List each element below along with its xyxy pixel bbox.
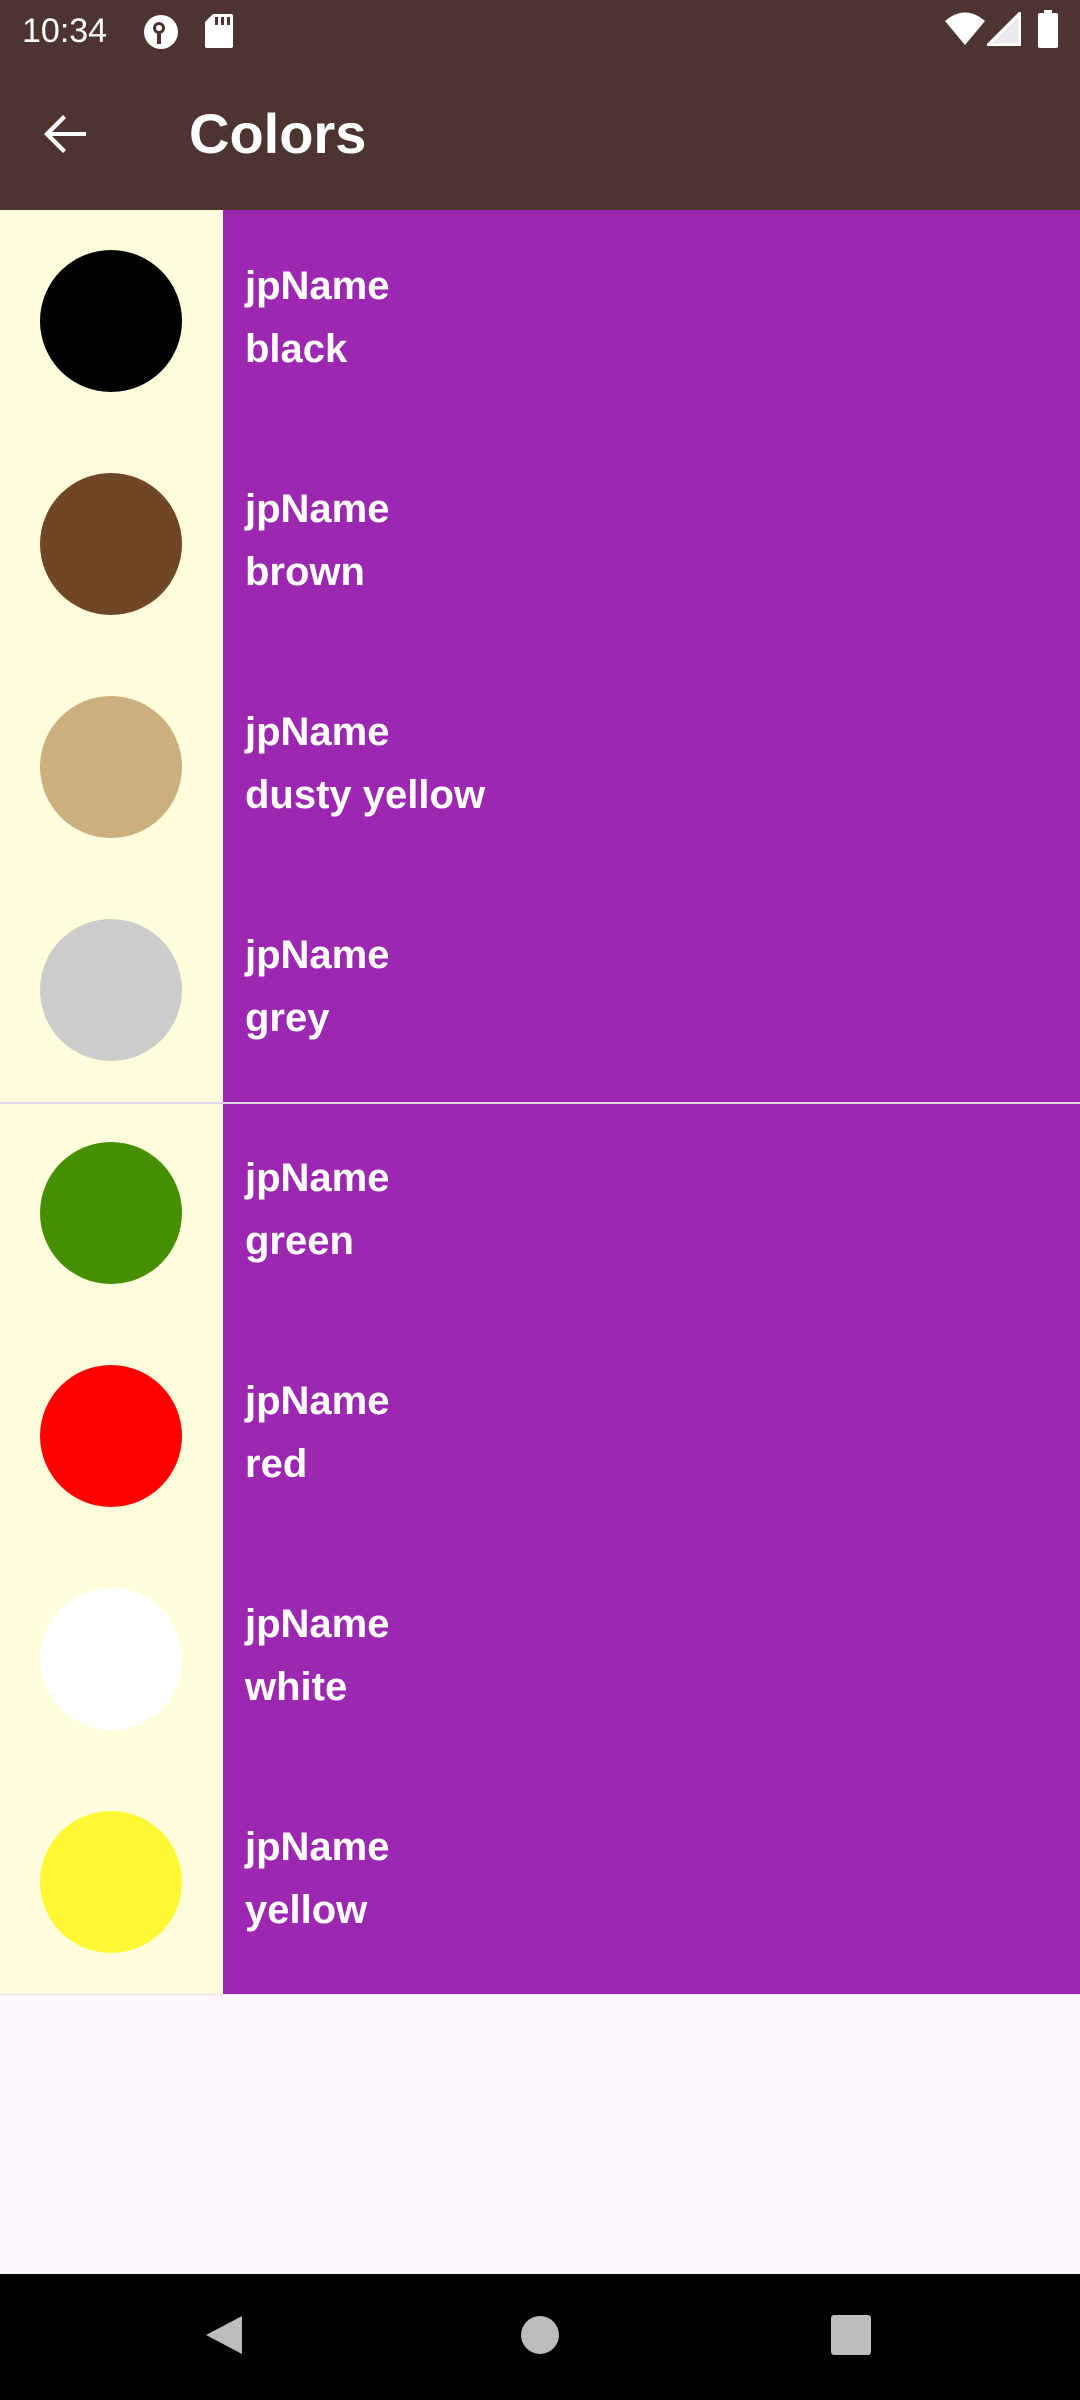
color-swatch xyxy=(40,1365,182,1507)
nav-recents-button[interactable] xyxy=(818,2304,884,2370)
color-list: jpName black jpName brown jpName dusty y… xyxy=(0,210,1080,1995)
swatch-cell xyxy=(0,879,223,1102)
color-swatch xyxy=(40,250,182,392)
color-text-cell: jpName white xyxy=(223,1548,1080,1771)
en-name-label: white xyxy=(245,1665,348,1709)
color-text-cell: jpName brown xyxy=(223,433,1080,656)
color-text-cell: jpName dusty yellow xyxy=(223,656,1080,879)
list-divider xyxy=(0,1102,1080,1104)
jp-name-label: jpName xyxy=(245,1602,390,1646)
nav-back-icon xyxy=(202,2312,248,2363)
jp-name-label: jpName xyxy=(245,1825,390,1869)
jp-name-label: jpName xyxy=(245,1379,390,1423)
color-item-dusty-yellow[interactable]: jpName dusty yellow xyxy=(0,656,1080,879)
en-name-label: red xyxy=(245,1442,308,1486)
color-text-cell: jpName red xyxy=(223,1325,1080,1548)
jp-name-label: jpName xyxy=(245,1156,390,1200)
color-item-yellow[interactable]: jpName yellow xyxy=(0,1771,1080,1994)
en-name-label: black xyxy=(245,327,348,371)
en-name-label: brown xyxy=(245,550,365,594)
jp-name-label: jpName xyxy=(245,933,390,977)
swatch-cell xyxy=(0,1548,223,1771)
color-swatch xyxy=(40,696,182,838)
swatch-cell xyxy=(0,210,223,433)
swatch-cell xyxy=(0,1771,223,1994)
color-swatch xyxy=(40,919,182,1061)
color-text-cell: jpName green xyxy=(223,1102,1080,1325)
arrow-back-icon xyxy=(42,110,90,163)
nav-home-button[interactable] xyxy=(507,2304,573,2370)
nav-recents-icon xyxy=(830,2314,872,2361)
color-swatch xyxy=(40,473,182,615)
nav-back-button[interactable] xyxy=(192,2304,258,2370)
color-item-grey[interactable]: jpName grey xyxy=(0,879,1080,1102)
app-bar: Colors xyxy=(0,63,1080,210)
status-bar: 10:34 xyxy=(0,0,1080,63)
en-name-label: yellow xyxy=(245,1888,368,1932)
color-swatch xyxy=(40,1142,182,1284)
en-name-label: dusty yellow xyxy=(245,773,486,817)
color-swatch xyxy=(40,1588,182,1730)
swatch-cell xyxy=(0,1325,223,1548)
swatch-cell xyxy=(0,433,223,656)
status-time: 10:34 xyxy=(22,12,108,50)
signal-icon xyxy=(984,9,1022,51)
color-text-cell: jpName black xyxy=(223,210,1080,433)
color-text-cell: jpName grey xyxy=(223,879,1080,1102)
color-item-brown[interactable]: jpName brown xyxy=(0,433,1080,656)
color-swatch xyxy=(40,1811,182,1953)
color-item-white[interactable]: jpName white xyxy=(0,1548,1080,1771)
sd-card-icon xyxy=(205,14,233,53)
color-text-cell: jpName yellow xyxy=(223,1771,1080,1994)
jp-name-label: jpName xyxy=(245,487,390,531)
color-item-black[interactable]: jpName black xyxy=(0,210,1080,433)
wifi-icon xyxy=(945,12,985,51)
podcast-icon xyxy=(143,14,179,55)
color-item-red[interactable]: jpName red xyxy=(0,1325,1080,1548)
list-bottom-divider xyxy=(0,1994,1080,1995)
en-name-label: green xyxy=(245,1219,354,1263)
page-title: Colors xyxy=(189,102,367,165)
swatch-cell xyxy=(0,1102,223,1325)
nav-home-icon xyxy=(519,2314,561,2361)
color-item-green[interactable]: jpName green xyxy=(0,1102,1080,1325)
system-nav-bar xyxy=(0,2274,1080,2400)
back-button[interactable] xyxy=(30,100,102,172)
swatch-cell xyxy=(0,656,223,879)
jp-name-label: jpName xyxy=(245,710,390,754)
battery-icon xyxy=(1038,10,1058,53)
en-name-label: grey xyxy=(245,996,330,1040)
jp-name-label: jpName xyxy=(245,264,390,308)
